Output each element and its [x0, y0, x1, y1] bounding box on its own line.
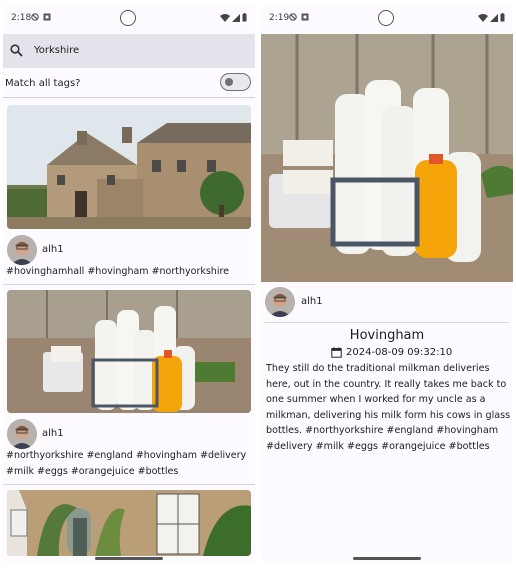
post-tags-line1[interactable]: #northyorkshire #england #hovingham #del… — [6, 450, 246, 461]
hall-photo — [7, 105, 251, 229]
detail-username[interactable]: alh1 — [301, 296, 323, 307]
detail-divider — [265, 322, 509, 323]
search-icon[interactable] — [10, 44, 23, 57]
match-tags-toggle[interactable] — [220, 73, 251, 91]
camera-cutout — [378, 10, 394, 26]
post-divider — [3, 484, 255, 485]
match-tags-label: Match all tags? — [5, 78, 81, 89]
post-tags[interactable]: #hovinghamhall #hovingham #northyorkshir… — [6, 266, 229, 277]
detail-photo[interactable] — [261, 34, 513, 282]
house-photo — [7, 490, 251, 556]
dnd-icon — [31, 13, 39, 21]
signal-icon — [232, 13, 240, 22]
match-tags-row: Match all tags? — [3, 68, 255, 98]
search-input[interactable]: Yorkshire — [34, 45, 79, 56]
notification-icon — [43, 13, 51, 21]
dnd-icon — [289, 13, 297, 21]
search-bar[interactable]: Yorkshire — [3, 34, 255, 68]
calendar-icon — [331, 347, 342, 358]
avatar-image — [265, 287, 295, 317]
post-photo[interactable] — [7, 290, 251, 413]
avatar[interactable] — [7, 235, 37, 265]
avatar[interactable] — [7, 419, 37, 449]
post-tags-line2[interactable]: #milk #eggs #orangejuice #bottles — [6, 466, 178, 477]
milk-photo-large — [261, 34, 513, 282]
camera-cutout — [120, 10, 136, 26]
toggle-knob — [225, 78, 233, 86]
post-username[interactable]: alh1 — [42, 244, 64, 255]
notification-icon — [301, 13, 309, 21]
home-indicator[interactable] — [95, 557, 163, 560]
detail-body: They still do the traditional milkman de… — [266, 363, 511, 452]
signal-icon — [490, 13, 498, 22]
battery-icon — [242, 13, 247, 22]
status-time: 2:19 — [269, 13, 290, 23]
avatar-image — [7, 419, 37, 449]
detail-title: Hovingham — [349, 328, 425, 343]
home-indicator[interactable] — [353, 557, 421, 560]
status-bar: 2:19 — [261, 4, 513, 30]
wifi-icon — [478, 13, 488, 22]
post-divider — [3, 284, 255, 285]
post-detail-screen: 2:19 alh1 Hovingham 2024-08-09 09:32:10 … — [261, 4, 513, 564]
search-screen: 2:18 Yorkshire Match all tags? alh1 #hov… — [3, 4, 255, 564]
post-photo[interactable] — [7, 105, 251, 229]
milk-photo — [7, 290, 251, 413]
post-photo[interactable] — [7, 490, 251, 556]
avatar-image — [7, 235, 37, 265]
status-bar: 2:18 — [3, 4, 255, 30]
battery-icon — [500, 13, 505, 22]
detail-date: 2024-08-09 09:32:10 — [346, 347, 453, 358]
post-username[interactable]: alh1 — [42, 428, 64, 439]
detail-date-row: 2024-08-09 09:32:10 — [331, 347, 452, 358]
status-time: 2:18 — [11, 13, 32, 23]
wifi-icon — [220, 13, 230, 22]
avatar[interactable] — [265, 287, 295, 317]
